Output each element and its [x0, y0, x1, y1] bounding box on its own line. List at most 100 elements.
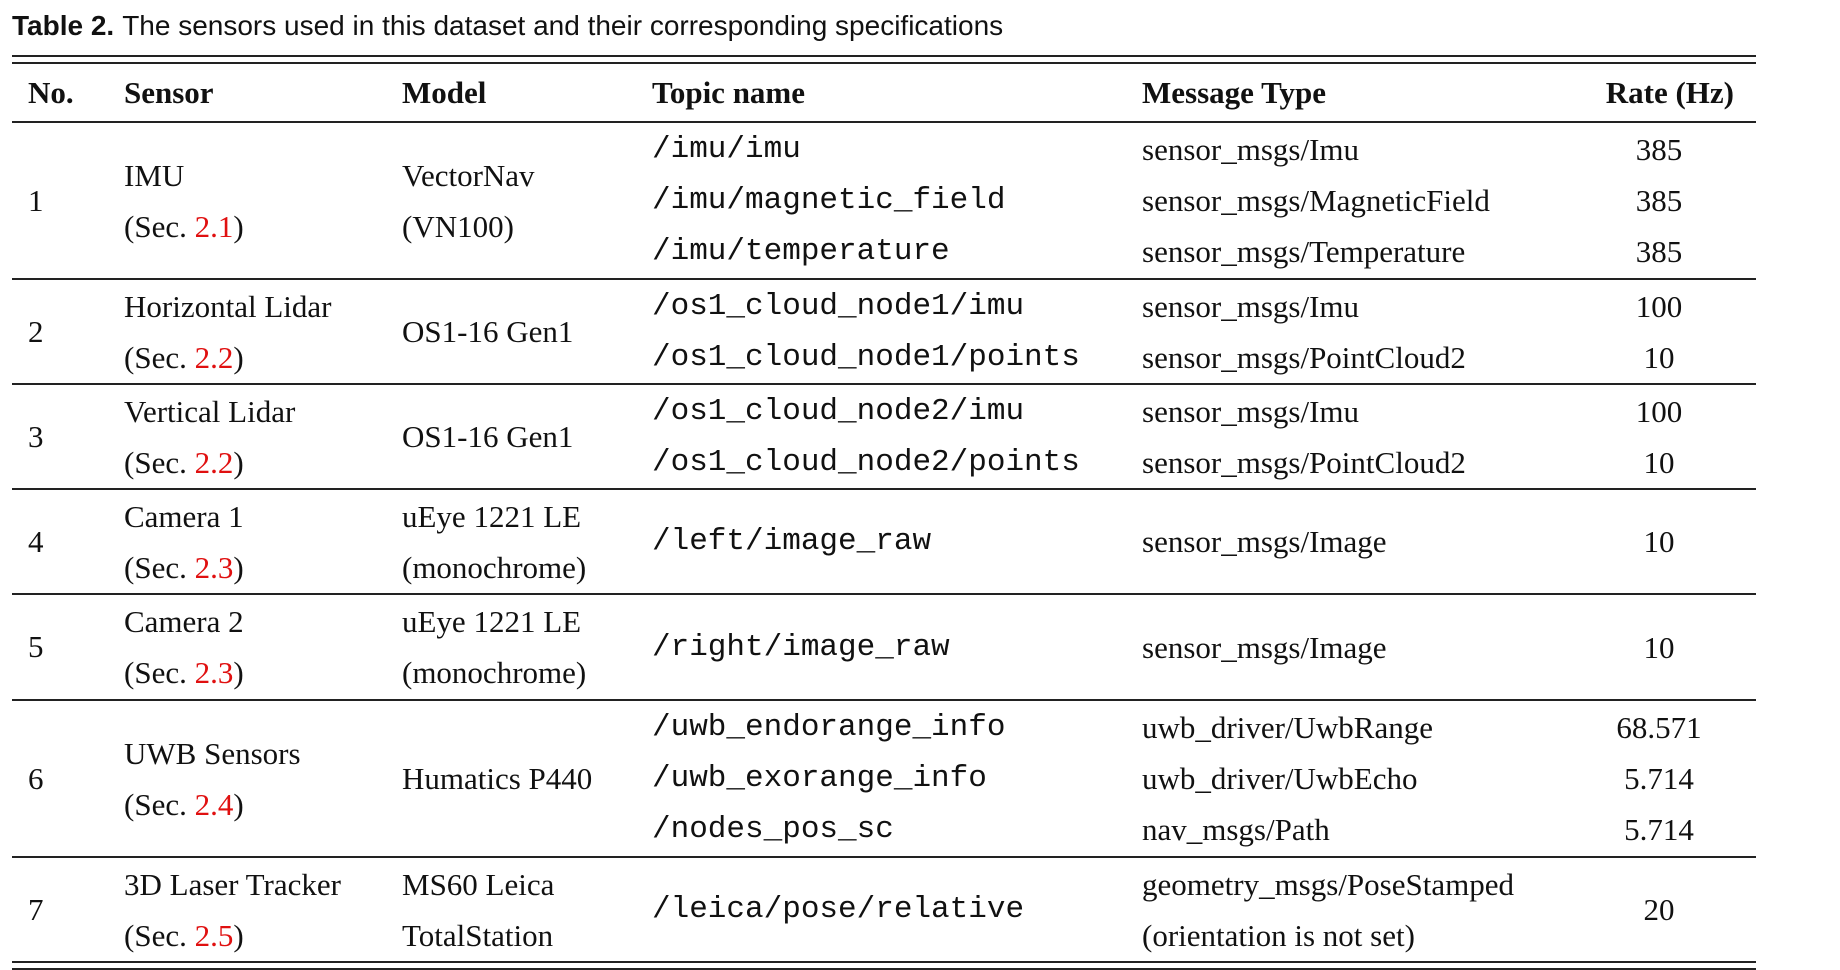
rate-value: 10	[1643, 444, 1675, 480]
header-no: No.	[28, 74, 74, 110]
section-prefix: (Sec.	[124, 208, 195, 244]
section-prefix: (Sec.	[124, 917, 195, 953]
topic-name: /nodes_pos_sc	[652, 812, 894, 847]
section-reference: (Sec. 2.4)	[124, 779, 394, 830]
topic-name: /leica/pose/relative	[652, 892, 1025, 927]
cell-no: 7	[28, 891, 44, 927]
section-suffix: )	[233, 444, 244, 480]
cell-model: uEye 1221 LE (monochrome)	[402, 595, 662, 699]
cell-model: OS1-16 Gen1	[402, 280, 662, 383]
rate-value: 385	[1635, 132, 1683, 167]
rate-value: 20	[1643, 892, 1675, 927]
section-prefix: (Sec.	[124, 444, 195, 480]
message-type: sensor_msgs/PointCloud2	[1142, 444, 1466, 480]
section-suffix: )	[233, 208, 244, 244]
model-line: (monochrome)	[402, 655, 587, 690]
table-row: 2 Horizontal Lidar (Sec. 2.2) OS1-16 Gen1/o…	[12, 280, 1756, 385]
cell-rate: 10	[1562, 595, 1756, 699]
cell-sensor: Vertical Lidar (Sec. 2.2)	[124, 385, 394, 488]
cell-rate: 20	[1562, 858, 1756, 961]
cell-sensor: Camera 2 (Sec. 2.3)	[124, 595, 394, 699]
sensor-name: Horizontal Lidar	[124, 288, 332, 324]
topic-name: /os1_cloud_node2/points	[652, 444, 1080, 480]
cell-no: 4	[28, 523, 44, 559]
topic-name: /os1_cloud_node2/imu	[652, 393, 1025, 429]
bottom-double-rule	[12, 961, 1756, 970]
sensor-name: UWB Sensors	[124, 735, 301, 771]
section-reference: (Sec. 2.3)	[124, 647, 394, 698]
cell-rate: 100 10	[1562, 385, 1756, 488]
sensor-name: Camera 2	[124, 604, 244, 639]
cell-topic: /leica/pose/relative	[652, 858, 1132, 961]
cell-model: VectorNav (VN100)	[402, 123, 662, 278]
model-line: uEye 1221 LE	[402, 498, 582, 534]
cell-message-type: geometry_msgs/PoseStamped (orientation is…	[1142, 858, 1612, 961]
message-type: sensor_msgs/Image	[1142, 524, 1387, 559]
cell-model: OS1-16 Gen1	[402, 385, 662, 488]
table-body: 1 IMU (Sec. 2.1) VectorNav (VN100)/imu/imu/i…	[12, 123, 1756, 961]
cell-no: 3	[28, 418, 44, 454]
cell-no: 5	[28, 629, 44, 664]
table-label: Table 2.	[12, 10, 115, 41]
topic-name: /imu/temperature	[652, 234, 950, 269]
section-reference: (Sec. 2.5)	[124, 910, 394, 961]
cell-sensor: Camera 1 (Sec. 2.3)	[124, 490, 394, 593]
cell-message-type: sensor_msgs/Image	[1142, 490, 1612, 593]
cell-sensor: UWB Sensors (Sec. 2.4)	[124, 701, 394, 856]
table-row: 6 UWB Sensors (Sec. 2.4) Humatics P440/uwb_…	[12, 701, 1756, 858]
model-line: MS60 Leica	[402, 866, 555, 902]
cell-model: Humatics P440	[402, 701, 662, 856]
header-model: Model	[402, 74, 487, 110]
message-type: sensor_msgs/MagneticField	[1142, 183, 1490, 218]
section-link[interactable]: 2.4	[195, 787, 234, 822]
section-link[interactable]: 2.3	[195, 550, 234, 585]
header-topic: Topic name	[652, 74, 806, 110]
model-line: Humatics P440	[402, 761, 593, 796]
model-line: uEye 1221 LE	[402, 604, 582, 639]
cell-rate: 100 10	[1562, 280, 1756, 383]
section-prefix: (Sec.	[124, 339, 195, 375]
model-line: (VN100)	[402, 208, 514, 244]
section-link[interactable]: 2.1	[195, 209, 234, 244]
header-sensor: Sensor	[124, 74, 214, 110]
topic-name: /os1_cloud_node1/points	[652, 339, 1080, 375]
cell-no: 6	[28, 760, 44, 796]
section-prefix: (Sec.	[124, 549, 195, 585]
section-link[interactable]: 2.2	[195, 445, 234, 480]
section-prefix: (Sec.	[124, 786, 195, 822]
topic-name: /os1_cloud_node1/imu	[652, 288, 1025, 324]
sensor-table: No. Sensor Model Topic name Message Type…	[12, 55, 1756, 970]
section-link[interactable]: 2.2	[195, 340, 234, 375]
sensor-name: Vertical Lidar	[124, 393, 296, 429]
cell-sensor: IMU (Sec. 2.1)	[124, 123, 394, 278]
header-message-type: Message Type	[1142, 74, 1326, 110]
cell-topic: /os1_cloud_node1/imu/os1_cloud_node1/poi…	[652, 280, 1132, 383]
cell-sensor: 3D Laser Tracker (Sec. 2.5)	[124, 858, 394, 961]
message-type: uwb_driver/UwbEcho	[1142, 761, 1418, 796]
message-type: sensor_msgs/Imu	[1142, 288, 1359, 324]
rate-value: 5.714	[1624, 761, 1694, 796]
rate-value: 5.714	[1624, 812, 1694, 847]
cell-topic: /right/image_raw	[652, 595, 1132, 699]
section-suffix: )	[233, 549, 244, 585]
table-row: 1 IMU (Sec. 2.1) VectorNav (VN100)/imu/imu/i…	[12, 123, 1756, 280]
header-rate: Rate (Hz)	[1605, 74, 1734, 110]
cell-message-type: sensor_msgs/Imu sensor_msgs/PointCloud2	[1142, 280, 1612, 383]
table-header-row: No. Sensor Model Topic name Message Type…	[12, 64, 1756, 123]
message-type: nav_msgs/Path	[1142, 812, 1330, 847]
cell-rate: 10	[1562, 490, 1756, 593]
section-reference: (Sec. 2.2)	[124, 332, 394, 383]
section-suffix: )	[233, 655, 244, 690]
section-link[interactable]: 2.5	[195, 918, 234, 953]
table-caption-text: The sensors used in this dataset and the…	[122, 10, 1004, 41]
cell-rate: 68.571 5.714 5.714	[1562, 701, 1756, 856]
section-suffix: )	[233, 786, 244, 822]
model-line: OS1-16 Gen1	[402, 314, 574, 349]
cell-topic: /imu/imu/imu/magnetic_field/imu/temperat…	[652, 123, 1132, 278]
section-suffix: )	[233, 339, 244, 375]
section-link[interactable]: 2.3	[195, 655, 234, 690]
rate-value: 10	[1643, 629, 1675, 665]
sensor-name: IMU	[124, 157, 185, 193]
rate-value: 385	[1635, 183, 1683, 218]
cell-topic: /uwb_endorange_info/uwb_exorange_info/no…	[652, 701, 1132, 856]
